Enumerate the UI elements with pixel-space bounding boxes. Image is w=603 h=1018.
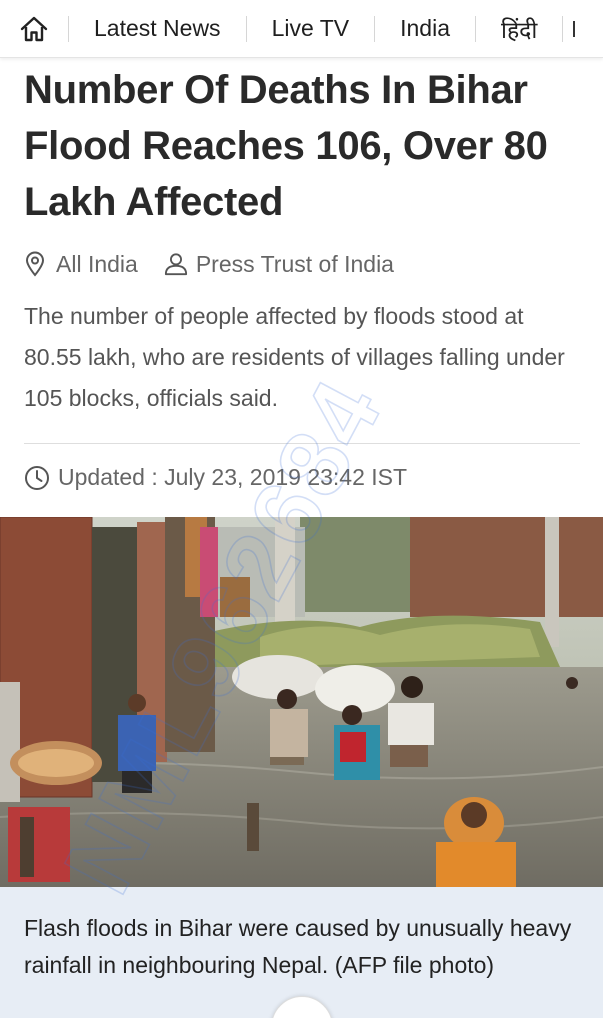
- nav-overflow-indicator: [573, 20, 576, 37]
- clock-icon: [24, 465, 50, 491]
- article-updated: Updated : July 23, 2019 23:42 IST: [24, 464, 407, 491]
- top-navigation: Latest News Live TV India हिंदी: [0, 0, 603, 58]
- photo-caption: Flash floods in Bihar were caused by unu…: [24, 915, 572, 978]
- article-author[interactable]: Press Trust of India: [196, 251, 394, 278]
- person-icon: [164, 250, 188, 278]
- nav-live-tv[interactable]: Live TV: [247, 15, 375, 42]
- nav-hindi[interactable]: हिंदी: [476, 13, 562, 45]
- nav-divider: [562, 15, 564, 42]
- nav-latest-news[interactable]: Latest News: [69, 15, 246, 42]
- home-icon: [20, 16, 48, 41]
- article-summary: The number of people affected by floods …: [24, 303, 565, 411]
- location-pin-icon: [24, 250, 48, 278]
- updated-timestamp: Updated : July 23, 2019 23:42 IST: [58, 464, 408, 490]
- home-button[interactable]: [0, 0, 68, 58]
- article-photo[interactable]: [0, 517, 603, 887]
- divider: [24, 443, 580, 444]
- article-meta: All India Press Trust of India: [24, 250, 420, 278]
- nav-india[interactable]: India: [375, 15, 475, 42]
- article-location[interactable]: All India: [56, 251, 138, 278]
- article-headline: Number Of Deaths In Bihar Flood Reaches …: [24, 68, 548, 224]
